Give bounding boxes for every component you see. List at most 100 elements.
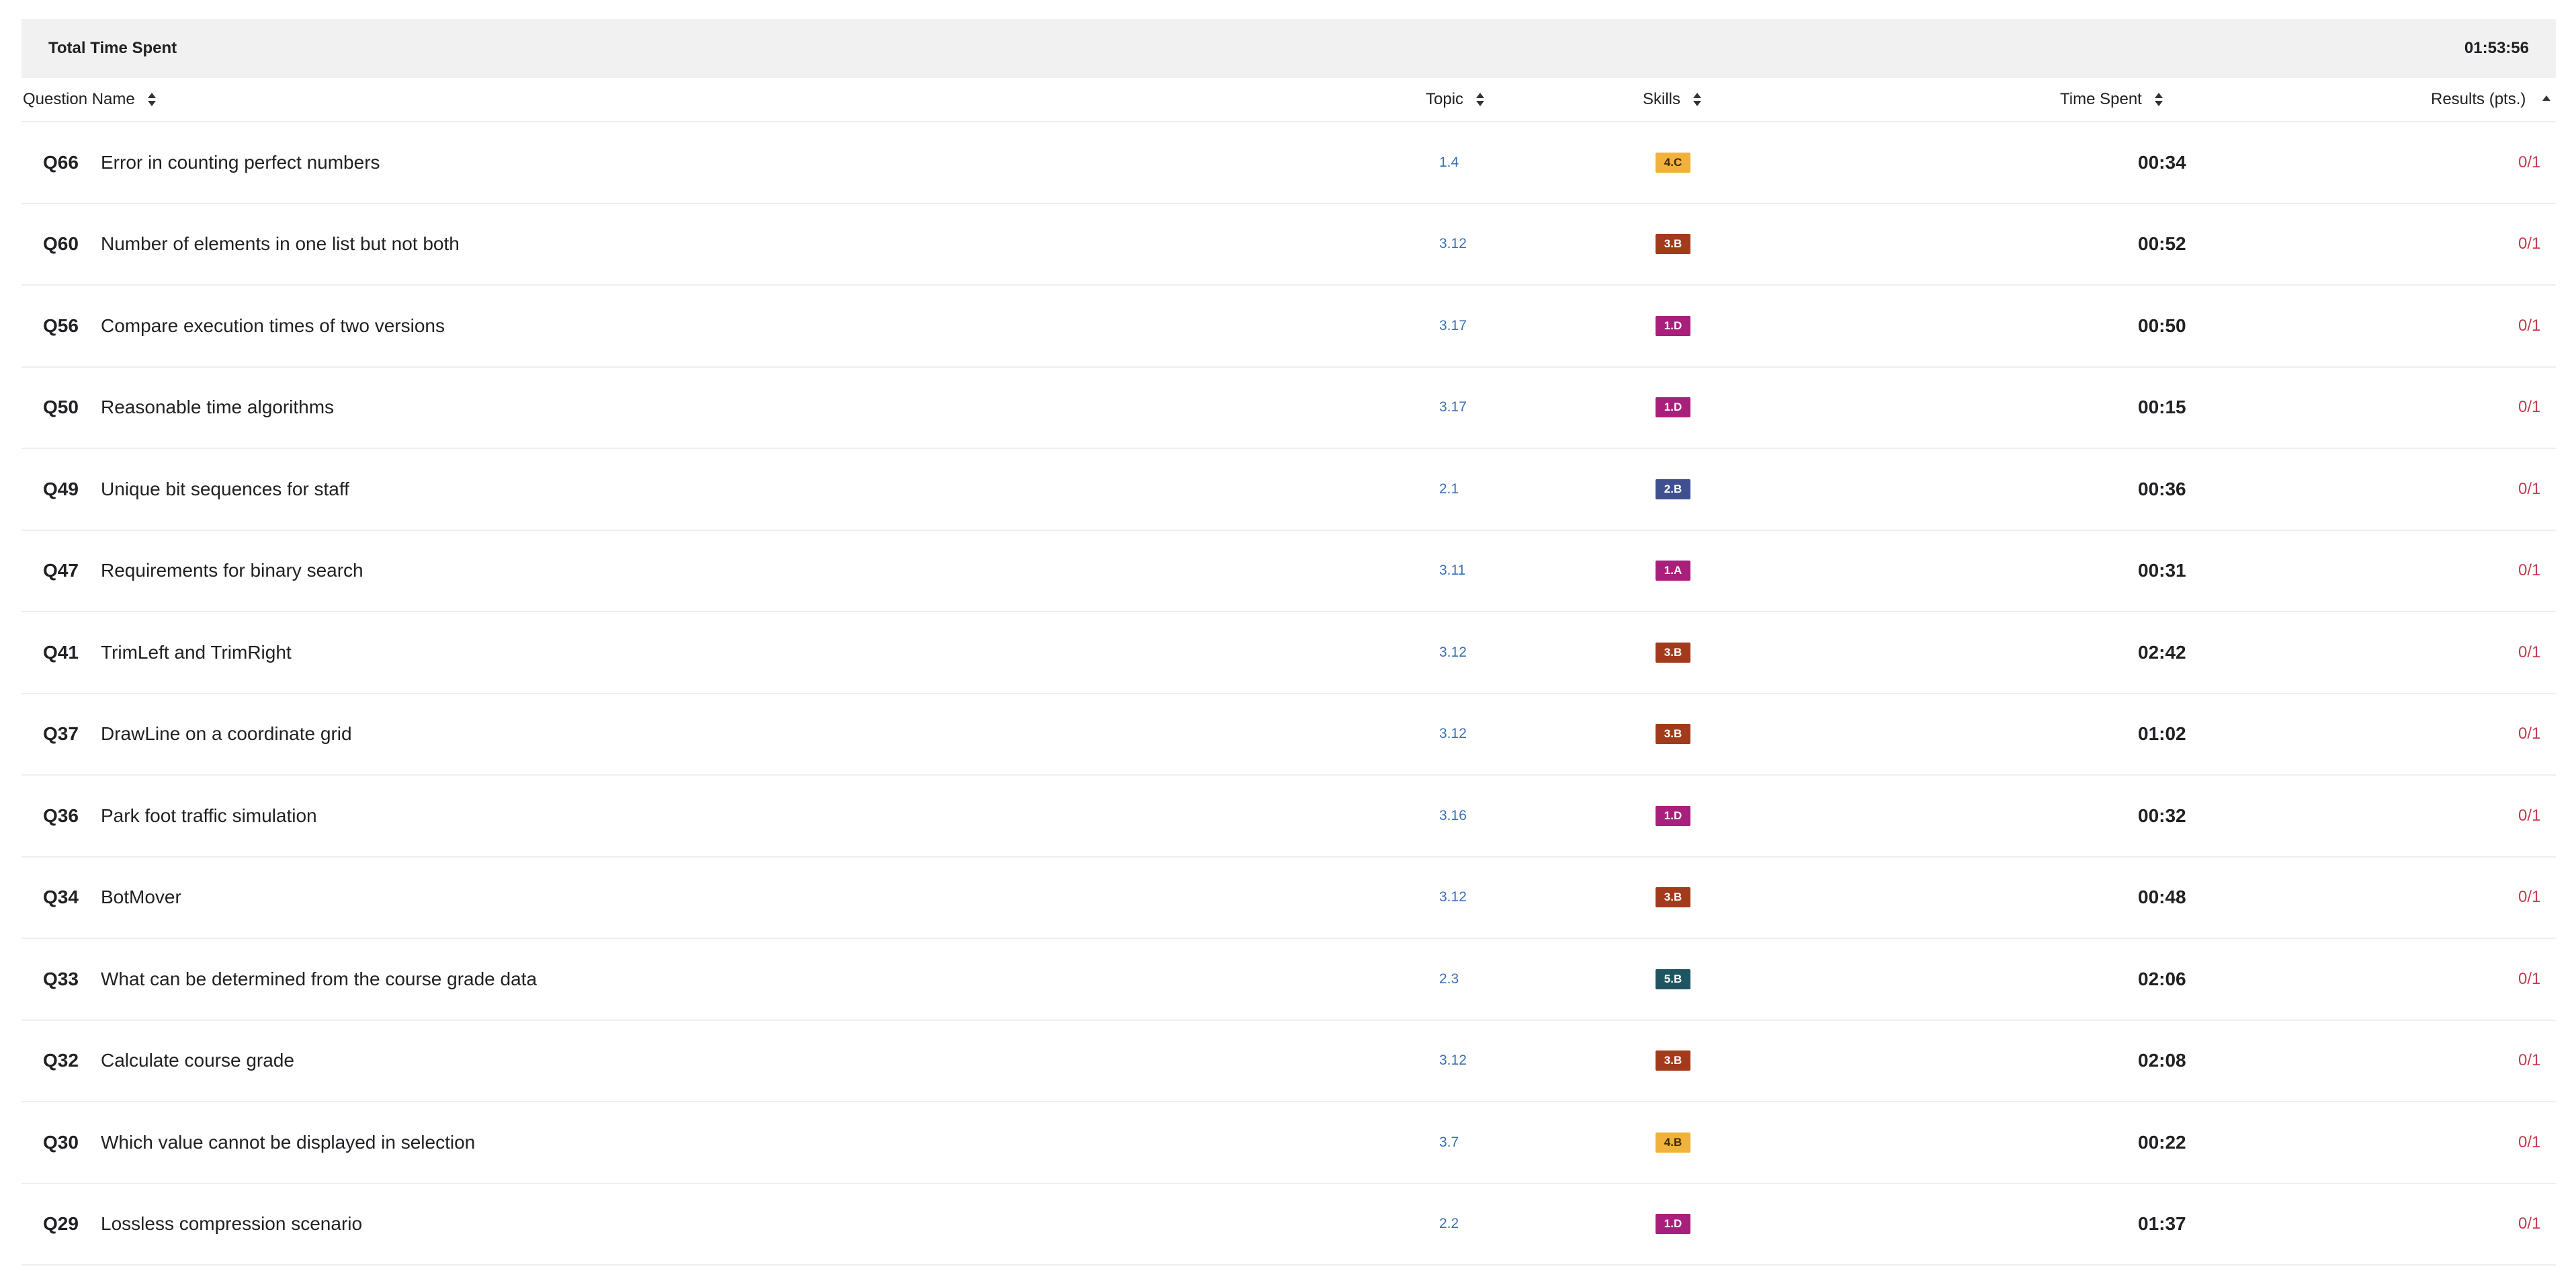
question-name-link[interactable]: DrawLine on a coordinate grid	[101, 694, 352, 775]
time-spent-value: 00:52	[2138, 233, 2186, 255]
table-row[interactable]: Q56 Compare execution times of two versio…	[22, 286, 2556, 368]
question-name-link[interactable]: BotMover	[101, 858, 181, 938]
sort-icon[interactable]	[147, 91, 157, 108]
question-name-link[interactable]: Number of elements in one list but not b…	[101, 204, 460, 285]
table-body: Q66 Error in counting perfect numbers 1.4 4…	[22, 122, 2556, 1266]
skill-cell: 3.B	[1656, 1021, 1690, 1102]
table-row[interactable]: Q50 Reasonable time algorithms 3.17 1.D 00:1…	[22, 368, 2556, 449]
skill-badge: 1.A	[1656, 561, 1690, 581]
table-row[interactable]: Q37 DrawLine on a coordinate grid 3.12 3.B 0…	[22, 694, 2556, 776]
time-spent-value: 01:37	[2138, 1213, 2186, 1235]
skill-badge: 4.B	[1656, 1132, 1690, 1153]
result-score: 0/1	[2518, 643, 2541, 661]
table-row[interactable]: Q66 Error in counting perfect numbers 1.4 4…	[22, 122, 2556, 204]
sort-icon[interactable]	[1475, 91, 1485, 108]
skill-cell: 1.D	[1656, 368, 1690, 448]
time-spent-value: 00:15	[2138, 397, 2186, 418]
total-time-label: Total Time Spent	[48, 39, 177, 57]
time-spent-value: 01:02	[2138, 723, 2186, 745]
topic-link[interactable]: 3.16	[1439, 776, 1467, 856]
time-spent-value: 00:34	[2138, 151, 2186, 173]
time-spent-value: 00:32	[2138, 805, 2186, 826]
result-score: 0/1	[2518, 479, 2541, 498]
question-name-link[interactable]: Requirements for binary search	[101, 531, 363, 612]
question-id: Q37	[43, 723, 79, 745]
question-name-link[interactable]: What can be determined from the course g…	[101, 939, 537, 1020]
question-name-link[interactable]: TrimLeft and TrimRight	[101, 612, 292, 693]
table-row[interactable]: Q41 TrimLeft and TrimRight 3.12 3.B 02:42 0/1	[22, 612, 2556, 694]
question-id: Q50	[43, 397, 79, 418]
question-name-link[interactable]: Reasonable time algorithms	[101, 368, 334, 448]
topic-link[interactable]: 3.17	[1439, 368, 1467, 448]
topic-link[interactable]: 1.4	[1439, 122, 1459, 203]
question-name-link[interactable]: Lossless compression scenario	[101, 1184, 362, 1265]
table-row[interactable]: Q30 Which value cannot be displayed in se…	[22, 1102, 2556, 1184]
column-header-results[interactable]: Results (pts.)	[2431, 78, 2551, 121]
table-row[interactable]: Q33 What can be determined from the cours…	[22, 939, 2556, 1021]
skill-cell: 1.D	[1656, 1184, 1690, 1265]
table-row[interactable]: Q47 Requirements for binary search 3.11 1.A…	[22, 531, 2556, 612]
result-score: 0/1	[2518, 153, 2541, 171]
question-id: Q56	[43, 315, 79, 336]
column-header-time-spent[interactable]: Time Spent	[2060, 78, 2163, 121]
results-table: Total Time Spent 01:53:56 Question Name …	[22, 19, 2556, 1266]
table-row[interactable]: Q49 Unique bit sequences for staff 2.1 2.B 0…	[22, 449, 2556, 531]
sort-ascending-icon[interactable]	[2542, 91, 2551, 108]
question-id: Q33	[43, 968, 79, 989]
result-score: 0/1	[2518, 235, 2541, 253]
skill-cell: 1.A	[1656, 531, 1690, 612]
topic-link[interactable]: 2.3	[1439, 939, 1459, 1020]
skill-badge: 1.D	[1656, 315, 1690, 336]
result-score: 0/1	[2518, 1051, 2541, 1070]
column-header-skills[interactable]: Skills	[1643, 78, 1702, 121]
column-header-topic[interactable]: Topic	[1426, 78, 1485, 121]
table-row[interactable]: Q36 Park foot traffic simulation 3.16 1.D 00…	[22, 776, 2556, 858]
table-row[interactable]: Q29 Lossless compression scenario 2.2 1.D 01…	[22, 1184, 2556, 1266]
question-name-link[interactable]: Error in counting perfect numbers	[101, 122, 380, 203]
question-id: Q66	[43, 151, 79, 173]
topic-link[interactable]: 3.11	[1439, 531, 1465, 612]
time-spent-value: 00:50	[2138, 315, 2186, 336]
time-spent-value: 00:31	[2138, 560, 2186, 581]
skill-cell: 4.B	[1656, 1102, 1690, 1183]
question-name-link[interactable]: Park foot traffic simulation	[101, 776, 317, 856]
table-row[interactable]: Q32 Calculate course grade 3.12 3.B 02:08 0/1	[22, 1021, 2556, 1102]
topic-link[interactable]: 3.12	[1439, 204, 1467, 285]
topic-link[interactable]: 3.7	[1439, 1102, 1459, 1183]
skill-cell: 3.B	[1656, 694, 1690, 775]
time-spent-value: 00:22	[2138, 1131, 2186, 1153]
topic-link[interactable]: 3.12	[1439, 612, 1467, 693]
result-score: 0/1	[2518, 806, 2541, 825]
skill-cell: 5.B	[1656, 939, 1690, 1020]
column-header-question-name[interactable]: Question Name	[23, 78, 157, 121]
skill-badge: 5.B	[1656, 969, 1690, 989]
skill-cell: 3.B	[1656, 612, 1690, 693]
sort-icon[interactable]	[1692, 91, 1702, 108]
topic-link[interactable]: 3.17	[1439, 286, 1467, 366]
skill-badge: 3.B	[1656, 642, 1690, 663]
question-name-link[interactable]: Compare execution times of two versions	[101, 286, 445, 366]
table-row[interactable]: Q34 BotMover 3.12 3.B 00:48 0/1	[22, 858, 2556, 939]
question-name-link[interactable]: Unique bit sequences for staff	[101, 449, 349, 530]
skill-cell: 1.D	[1656, 776, 1690, 856]
question-name-link[interactable]: Calculate course grade	[101, 1021, 294, 1102]
question-name-link[interactable]: Which value cannot be displayed in selec…	[101, 1102, 475, 1183]
sort-icon[interactable]	[2154, 91, 2163, 108]
topic-link[interactable]: 3.12	[1439, 858, 1467, 938]
skill-badge: 1.D	[1656, 805, 1690, 826]
result-score: 0/1	[2518, 398, 2541, 417]
table-header: Question Name Topic Skills Time Spent Re…	[22, 78, 2556, 122]
question-id: Q29	[43, 1213, 79, 1235]
skill-badge: 1.D	[1656, 397, 1690, 418]
topic-link[interactable]: 3.12	[1439, 1021, 1467, 1102]
topic-link[interactable]: 3.12	[1439, 694, 1467, 775]
topic-link[interactable]: 2.2	[1439, 1184, 1459, 1265]
time-spent-value: 00:36	[2138, 478, 2186, 499]
question-id: Q41	[43, 641, 79, 663]
total-time-bar: Total Time Spent 01:53:56	[22, 19, 2556, 78]
skill-cell: 2.B	[1656, 449, 1690, 530]
question-id: Q32	[43, 1050, 79, 1071]
table-row[interactable]: Q60 Number of elements in one list but no…	[22, 204, 2556, 286]
skill-cell: 1.D	[1656, 286, 1690, 366]
topic-link[interactable]: 2.1	[1439, 449, 1459, 530]
